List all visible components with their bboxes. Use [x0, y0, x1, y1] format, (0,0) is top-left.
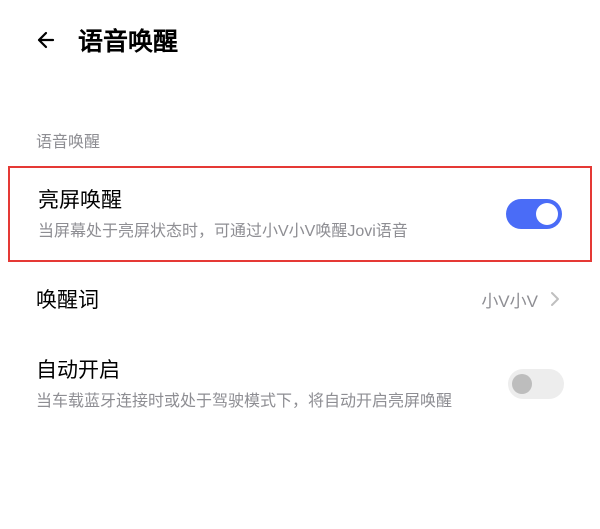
- page-title: 语音唤醒: [78, 22, 178, 58]
- setting-text: 亮屏唤醒 当屏幕处于亮屏状态时，可通过小V小V唤醒Jovi语音: [38, 184, 506, 244]
- row-right: 小V小V: [481, 287, 564, 312]
- setting-title: 自动开启: [36, 354, 496, 384]
- toggle-auto-open[interactable]: [508, 369, 564, 399]
- setting-text: 自动开启 当车载蓝牙连接时或处于驾驶模式下，将自动开启亮屏唤醒: [36, 354, 508, 414]
- toggle-knob: [512, 374, 532, 394]
- toggle-bright-screen[interactable]: [506, 199, 562, 229]
- setting-bright-screen-wake[interactable]: 亮屏唤醒 当屏幕处于亮屏状态时，可通过小V小V唤醒Jovi语音: [8, 166, 592, 262]
- setting-text: 唤醒词: [36, 284, 481, 314]
- setting-title: 亮屏唤醒: [38, 184, 494, 214]
- setting-desc: 当屏幕处于亮屏状态时，可通过小V小V唤醒Jovi语音: [38, 220, 494, 244]
- page-header: 语音唤醒: [0, 0, 600, 78]
- back-arrow-icon[interactable]: [32, 26, 60, 54]
- section-header: 语音唤醒: [0, 78, 600, 166]
- setting-wake-word[interactable]: 唤醒词 小V小V: [0, 262, 600, 336]
- setting-title: 唤醒词: [36, 284, 469, 314]
- chevron-right-icon: [546, 290, 564, 308]
- setting-desc: 当车载蓝牙连接时或处于驾驶模式下，将自动开启亮屏唤醒: [36, 390, 496, 414]
- setting-auto-open[interactable]: 自动开启 当车载蓝牙连接时或处于驾驶模式下，将自动开启亮屏唤醒: [0, 336, 600, 432]
- toggle-knob: [536, 203, 558, 225]
- wake-word-value: 小V小V: [481, 287, 538, 312]
